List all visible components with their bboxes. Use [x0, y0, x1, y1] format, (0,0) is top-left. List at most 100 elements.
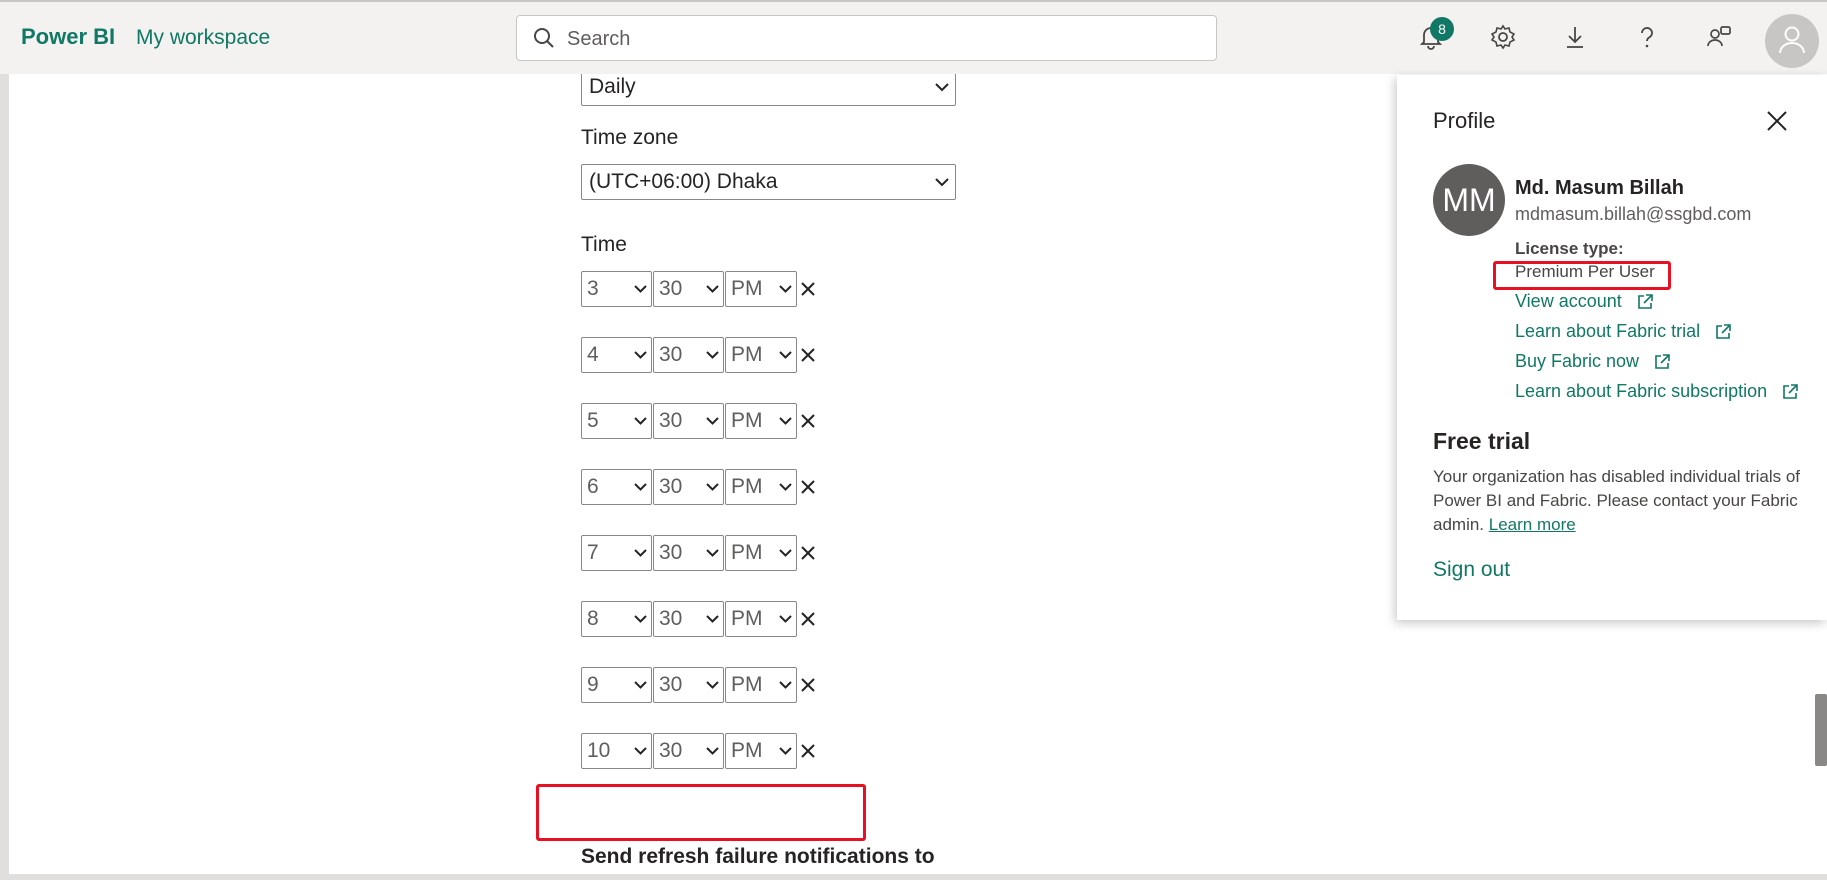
minute-select[interactable]: 30 [653, 403, 724, 439]
ampm-select[interactable]: PM [725, 601, 797, 637]
help-button[interactable] [1632, 24, 1662, 54]
scrollbar-thumb[interactable] [1815, 694, 1827, 766]
link-label: Learn about Fabric subscription [1515, 381, 1768, 401]
fabric-subscription-link[interactable]: Learn about Fabric subscription [1515, 381, 1799, 402]
learn-more-link[interactable]: Learn more [1489, 515, 1576, 534]
ampm-value: PM [731, 541, 763, 564]
minute-value: 30 [659, 673, 683, 696]
notification-badge: 8 [1430, 17, 1454, 41]
remove-time-button[interactable] [798, 279, 818, 299]
view-account-link[interactable]: View account [1515, 291, 1654, 312]
minute-select[interactable]: 30 [653, 733, 724, 769]
timezone-select[interactable]: (UTC+06:00) Dhaka [581, 164, 956, 200]
hour-select[interactable]: 3 [581, 271, 652, 307]
profile-name: Md. Masum Billah [1515, 177, 1684, 199]
sign-out-link[interactable]: Sign out [1433, 558, 1510, 582]
minute-select[interactable]: 30 [653, 535, 724, 571]
ampm-select[interactable]: PM [725, 733, 797, 769]
person-icon [1775, 22, 1809, 61]
download-button[interactable] [1560, 24, 1590, 54]
left-rail [0, 74, 9, 880]
profile-title: Profile [1433, 108, 1496, 133]
hour-select[interactable]: 8 [581, 601, 652, 637]
close-icon [801, 546, 815, 560]
ampm-select[interactable]: PM [725, 337, 797, 373]
remove-time-button[interactable] [798, 411, 818, 431]
minute-value: 30 [659, 409, 683, 432]
workspace-link[interactable]: My workspace [136, 26, 270, 50]
ampm-select[interactable]: PM [725, 271, 797, 307]
gear-icon [1490, 24, 1516, 55]
chevron-down-icon [774, 615, 796, 623]
hour-select[interactable]: 9 [581, 667, 652, 703]
chevron-down-icon [774, 747, 796, 755]
time-label: Time [581, 233, 627, 256]
chevron-down-icon [629, 285, 651, 293]
profile-email: mdmasum.billah@ssgbd.com [1515, 204, 1752, 224]
buy-fabric-link[interactable]: Buy Fabric now [1515, 351, 1671, 372]
hour-select[interactable]: 6 [581, 469, 652, 505]
minute-select[interactable]: 30 [653, 601, 724, 637]
search-input[interactable] [565, 24, 1189, 54]
free-trial-description: Your organization has disabled individua… [1433, 465, 1813, 537]
minute-select[interactable]: 30 [653, 667, 724, 703]
ampm-select[interactable]: PM [725, 469, 797, 505]
minute-select[interactable]: 30 [653, 469, 724, 505]
top-bar: Power BI My workspace 8 [0, 0, 1827, 74]
ampm-value: PM [731, 475, 763, 498]
fabric-trial-link[interactable]: Learn about Fabric trial [1515, 321, 1732, 342]
chevron-down-icon [629, 681, 651, 689]
search-box[interactable] [516, 15, 1217, 61]
highlight-annotation-box [536, 784, 866, 841]
hour-select[interactable]: 4 [581, 337, 652, 373]
chevron-down-icon [701, 549, 723, 557]
ampm-select[interactable]: PM [725, 667, 797, 703]
chevron-down-icon [774, 417, 796, 425]
ampm-value: PM [731, 607, 763, 630]
frequency-select[interactable]: Daily [581, 74, 956, 106]
ampm-value: PM [731, 277, 763, 300]
ampm-value: PM [731, 673, 763, 696]
chevron-down-icon [774, 681, 796, 689]
external-link-icon [1653, 353, 1671, 371]
close-icon [801, 678, 815, 692]
remove-time-button[interactable] [798, 609, 818, 629]
minute-select[interactable]: 30 [653, 271, 724, 307]
link-label: Learn about Fabric trial [1515, 321, 1701, 341]
hour-select[interactable]: 7 [581, 535, 652, 571]
close-icon [1767, 111, 1787, 131]
minute-select[interactable]: 30 [653, 337, 724, 373]
remove-time-button[interactable] [798, 741, 818, 761]
remove-time-button[interactable] [798, 543, 818, 563]
chevron-down-icon [774, 483, 796, 491]
close-profile-button[interactable] [1764, 108, 1790, 134]
ampm-select[interactable]: PM [725, 535, 797, 571]
chevron-down-icon [701, 483, 723, 491]
hour-select[interactable]: 5 [581, 403, 652, 439]
hour-select[interactable]: 10 [581, 733, 652, 769]
close-icon [801, 744, 815, 758]
hour-value: 5 [587, 409, 599, 432]
ampm-select[interactable]: PM [725, 403, 797, 439]
account-avatar-button[interactable] [1765, 14, 1819, 68]
hour-value: 3 [587, 277, 599, 300]
minute-value: 30 [659, 277, 683, 300]
link-label: View account [1515, 291, 1622, 311]
external-link-icon [1636, 293, 1654, 311]
close-icon [801, 414, 815, 428]
brand-link[interactable]: Power BI [21, 24, 115, 50]
remove-time-button[interactable] [798, 345, 818, 365]
minute-value: 30 [659, 739, 683, 762]
close-icon [801, 480, 815, 494]
chevron-down-icon [929, 177, 955, 187]
notify-label: Send refresh failure notifications to [581, 845, 935, 868]
chevron-down-icon [929, 82, 955, 92]
minute-value: 30 [659, 607, 683, 630]
feedback-button[interactable] [1704, 24, 1734, 54]
settings-button[interactable] [1488, 24, 1518, 54]
remove-time-button[interactable] [798, 675, 818, 695]
hour-value: 4 [587, 343, 599, 366]
people-feedback-icon [1706, 24, 1732, 55]
license-highlight-box [1493, 261, 1671, 290]
remove-time-button[interactable] [798, 477, 818, 497]
